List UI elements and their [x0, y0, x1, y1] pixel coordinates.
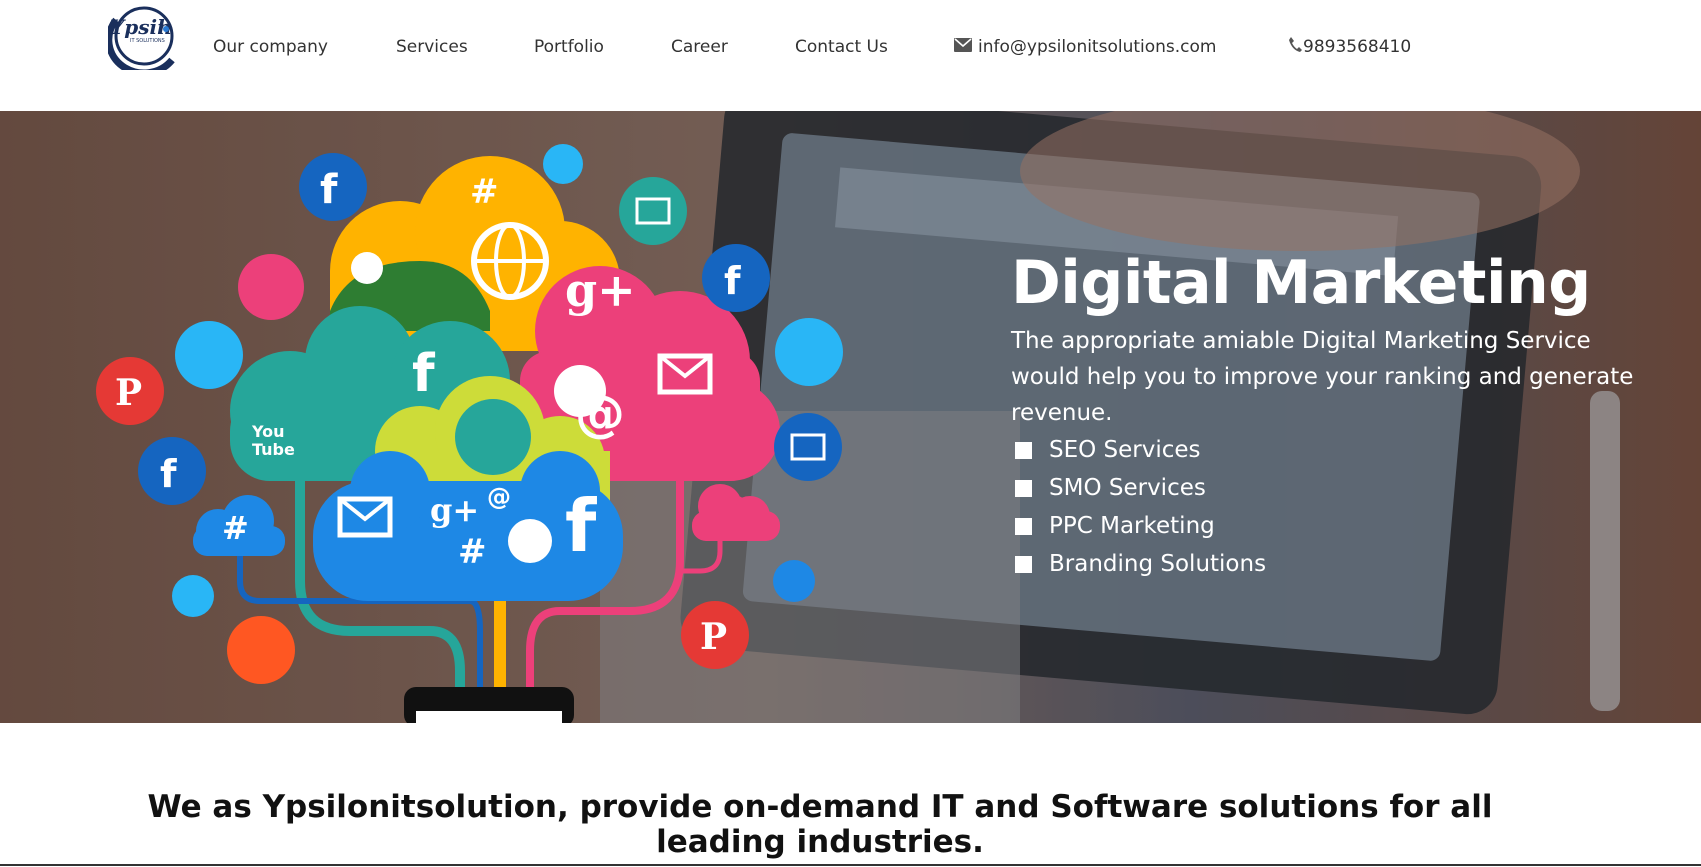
list-item: SMO Services [1011, 469, 1651, 507]
svg-text:f: f [565, 484, 597, 568]
svg-text:f: f [160, 452, 177, 496]
square-bullet-icon [1015, 555, 1032, 573]
nav-services[interactable]: Services [396, 36, 468, 58]
nav-our-company[interactable]: Our company [213, 36, 328, 58]
site-header: Ypsil n IT SOLUTIONS Our company Service… [0, 0, 1701, 111]
hero-description: The appropriate amiable Digital Marketin… [1011, 328, 1634, 426]
nav-email-link[interactable]: info@ypsilonitsolutions.com [954, 36, 1217, 58]
phone-icon [1288, 36, 1302, 58]
svg-text:g+: g+ [565, 263, 636, 317]
service-list: SEO Services SMO Services PPC Marketing … [1011, 431, 1651, 583]
company-tagline: We as Ypsilonitsolution, provide on-dema… [147, 789, 1493, 860]
svg-text:You: You [723, 491, 754, 509]
list-item: SEO Services [1011, 431, 1651, 469]
svg-text:f: f [724, 259, 741, 303]
square-bullet-icon [1015, 479, 1032, 497]
hero-text-block: Digital Marketing The appropriate amiabl… [1011, 249, 1651, 583]
nav-contact-us[interactable]: Contact Us [795, 36, 888, 58]
divider [0, 864, 1701, 866]
svg-text:#: # [458, 532, 487, 572]
svg-text:Tube: Tube [252, 440, 295, 459]
svg-text:IT SOLUTIONS: IT SOLUTIONS [130, 38, 165, 44]
nav-portfolio[interactable]: Portfolio [534, 36, 604, 58]
list-item: PPC Marketing [1011, 507, 1651, 545]
phone-text: 9893568410 [1303, 37, 1412, 57]
email-text: info@ypsilonitsolutions.com [978, 37, 1217, 57]
hero-title: Digital Marketing [1011, 248, 1591, 318]
nav-phone-link[interactable]: 9893568410 [1288, 36, 1411, 58]
envelope-icon [954, 36, 972, 58]
svg-text:You: You [251, 422, 285, 441]
svg-text:g+: g+ [430, 491, 479, 529]
svg-text:#: # [470, 172, 499, 212]
square-bullet-icon [1015, 517, 1032, 535]
svg-text:f: f [412, 344, 436, 404]
svg-text:P: P [115, 372, 142, 414]
nav-career[interactable]: Career [671, 36, 728, 58]
svg-text:f: f [320, 167, 338, 213]
svg-text:#: # [222, 509, 249, 547]
hero-banner: # f g+ @ f g+ @ # # You Tube You f f P f… [0, 111, 1701, 723]
company-logo[interactable]: Ypsil n IT SOLUTIONS [105, 0, 180, 77]
svg-text:P: P [700, 616, 727, 658]
list-item: Branding Solutions [1011, 545, 1651, 583]
square-bullet-icon [1015, 441, 1032, 459]
svg-text:@: @ [487, 483, 511, 511]
